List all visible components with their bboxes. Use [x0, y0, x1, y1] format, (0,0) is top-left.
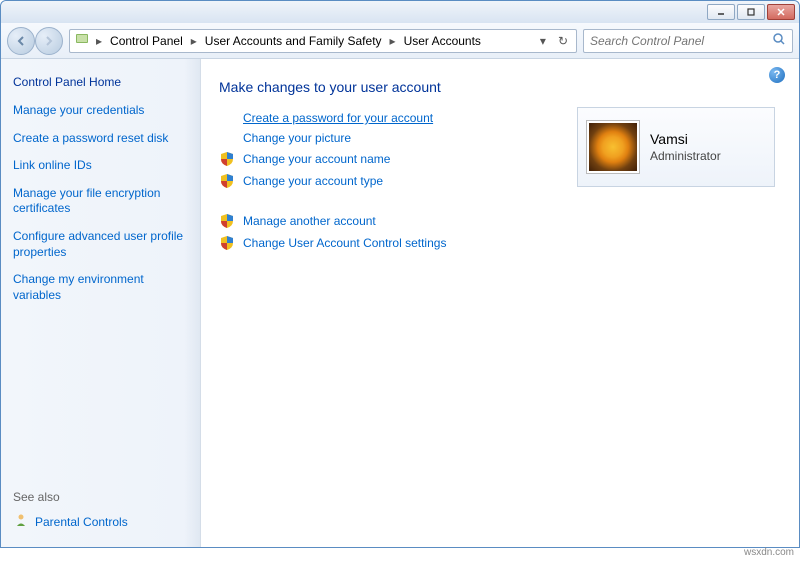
chevron-right-icon[interactable]: ▸ — [386, 34, 400, 48]
page-title: Make changes to your user account — [219, 79, 781, 95]
change-picture-link[interactable]: Change your picture — [243, 131, 351, 145]
shield-icon — [219, 151, 235, 167]
minimize-button[interactable] — [707, 4, 735, 20]
search-icon[interactable] — [772, 32, 786, 49]
user-name: Vamsi — [650, 131, 721, 147]
sidebar-link-password-reset-disk[interactable]: Create a password reset disk — [13, 131, 188, 147]
sidebar-link-env-variables[interactable]: Change my environment variables — [13, 272, 188, 303]
shield-icon — [219, 173, 235, 189]
manage-another-account-link[interactable]: Manage another account — [243, 214, 376, 228]
help-icon[interactable]: ? — [769, 67, 785, 83]
watermark: wsxdn.com — [744, 547, 794, 558]
sidebar-link-profile-properties[interactable]: Configure advanced user profile properti… — [13, 229, 188, 260]
control-panel-icon — [74, 31, 90, 50]
sidebar-link-encryption-certs[interactable]: Manage your file encryption certificates — [13, 186, 188, 217]
create-password-link[interactable]: Create a password for your account — [243, 111, 433, 125]
sidebar: Control Panel Home Manage your credentia… — [1, 59, 201, 547]
refresh-icon[interactable]: ↻ — [554, 34, 572, 48]
address-bar[interactable]: ▸ Control Panel ▸ User Accounts and Fami… — [69, 29, 577, 53]
maximize-button[interactable] — [737, 4, 765, 20]
avatar-image — [589, 123, 637, 171]
search-box[interactable] — [583, 29, 793, 53]
parental-controls-label: Parental Controls — [35, 515, 128, 529]
back-button[interactable] — [7, 27, 35, 55]
avatar — [586, 120, 640, 174]
see-also-label: See also — [13, 490, 188, 504]
chevron-right-icon[interactable]: ▸ — [92, 34, 106, 48]
breadcrumb-mid[interactable]: User Accounts and Family Safety — [203, 34, 384, 48]
chevron-right-icon[interactable]: ▸ — [187, 34, 201, 48]
breadcrumb-leaf[interactable]: User Accounts — [402, 34, 483, 48]
user-role: Administrator — [650, 149, 721, 163]
dropdown-icon[interactable]: ▾ — [536, 34, 550, 48]
user-card: Vamsi Administrator — [577, 107, 775, 187]
control-panel-home-link[interactable]: Control Panel Home — [13, 75, 188, 89]
change-account-name-link[interactable]: Change your account name — [243, 152, 390, 166]
parental-controls-icon — [13, 512, 29, 531]
main-panel: ? Make changes to your user account Crea… — [201, 59, 799, 547]
nav-row: ▸ Control Panel ▸ User Accounts and Fami… — [1, 23, 799, 59]
shield-icon — [219, 235, 235, 251]
parental-controls-link[interactable]: Parental Controls — [13, 512, 188, 531]
change-uac-link[interactable]: Change User Account Control settings — [243, 236, 446, 250]
sidebar-link-credentials[interactable]: Manage your credentials — [13, 103, 188, 119]
sidebar-link-online-ids[interactable]: Link online IDs — [13, 158, 188, 174]
forward-button[interactable] — [35, 27, 63, 55]
breadcrumb-root[interactable]: Control Panel — [108, 34, 185, 48]
shield-icon — [219, 213, 235, 229]
change-account-type-link[interactable]: Change your account type — [243, 174, 383, 188]
titlebar — [1, 1, 799, 23]
control-panel-window: ▸ Control Panel ▸ User Accounts and Fami… — [0, 0, 800, 548]
close-button[interactable] — [767, 4, 795, 20]
search-input[interactable] — [590, 34, 772, 48]
content-body: Control Panel Home Manage your credentia… — [1, 59, 799, 547]
